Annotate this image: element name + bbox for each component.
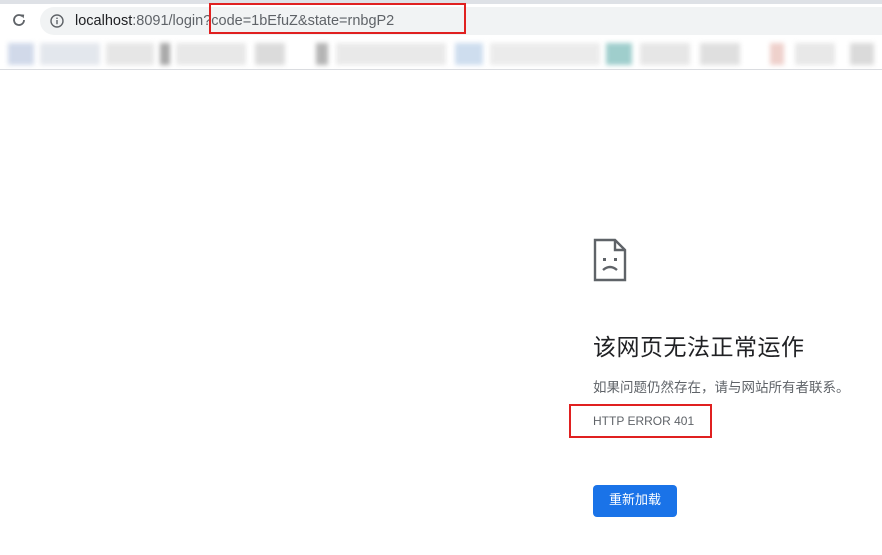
bookmark-item[interactable] xyxy=(795,43,835,65)
bookmark-item[interactable] xyxy=(490,43,600,65)
url-path: :8091/login xyxy=(132,13,204,29)
bookmark-item[interactable] xyxy=(700,43,740,65)
bookmark-item[interactable] xyxy=(106,43,154,65)
bookmark-item[interactable] xyxy=(770,43,784,65)
browser-reload-button[interactable] xyxy=(8,9,30,31)
browser-window: localhost:8091/login?code=1bEfuZ&state=r… xyxy=(0,0,882,555)
browser-toolbar: localhost:8091/login?code=1bEfuZ&state=r… xyxy=(0,4,882,37)
bookmark-item[interactable] xyxy=(40,43,100,65)
reload-icon xyxy=(13,14,25,26)
bookmark-item[interactable] xyxy=(176,43,246,65)
info-icon[interactable] xyxy=(50,14,64,28)
bookmark-item[interactable] xyxy=(8,43,34,65)
bookmarks-bar xyxy=(0,37,882,70)
bookmark-item[interactable] xyxy=(316,43,328,65)
sad-document-icon xyxy=(593,238,627,282)
bookmark-item[interactable] xyxy=(640,43,690,65)
error-title: 该网页无法正常运作 xyxy=(593,335,805,361)
bookmark-item[interactable] xyxy=(160,43,170,65)
bookmark-item[interactable] xyxy=(336,43,446,65)
url-text[interactable]: localhost:8091/login?code=1bEfuZ&state=r… xyxy=(75,7,394,35)
bookmark-item[interactable] xyxy=(455,43,483,65)
error-code: HTTP ERROR 401 xyxy=(593,414,695,428)
bookmark-item[interactable] xyxy=(606,43,632,65)
url-host: localhost xyxy=(75,13,133,29)
url-query: ?code=1bEfuZ&state=rnbgP2 xyxy=(203,13,395,29)
bookmark-item[interactable] xyxy=(255,43,285,65)
address-bar[interactable]: localhost:8091/login?code=1bEfuZ&state=r… xyxy=(40,7,882,35)
error-description: 如果问题仍然存在，请与网站所有者联系。 xyxy=(593,380,850,396)
reload-page-button[interactable]: 重新加载 xyxy=(593,485,677,517)
bookmark-item[interactable] xyxy=(850,43,874,65)
